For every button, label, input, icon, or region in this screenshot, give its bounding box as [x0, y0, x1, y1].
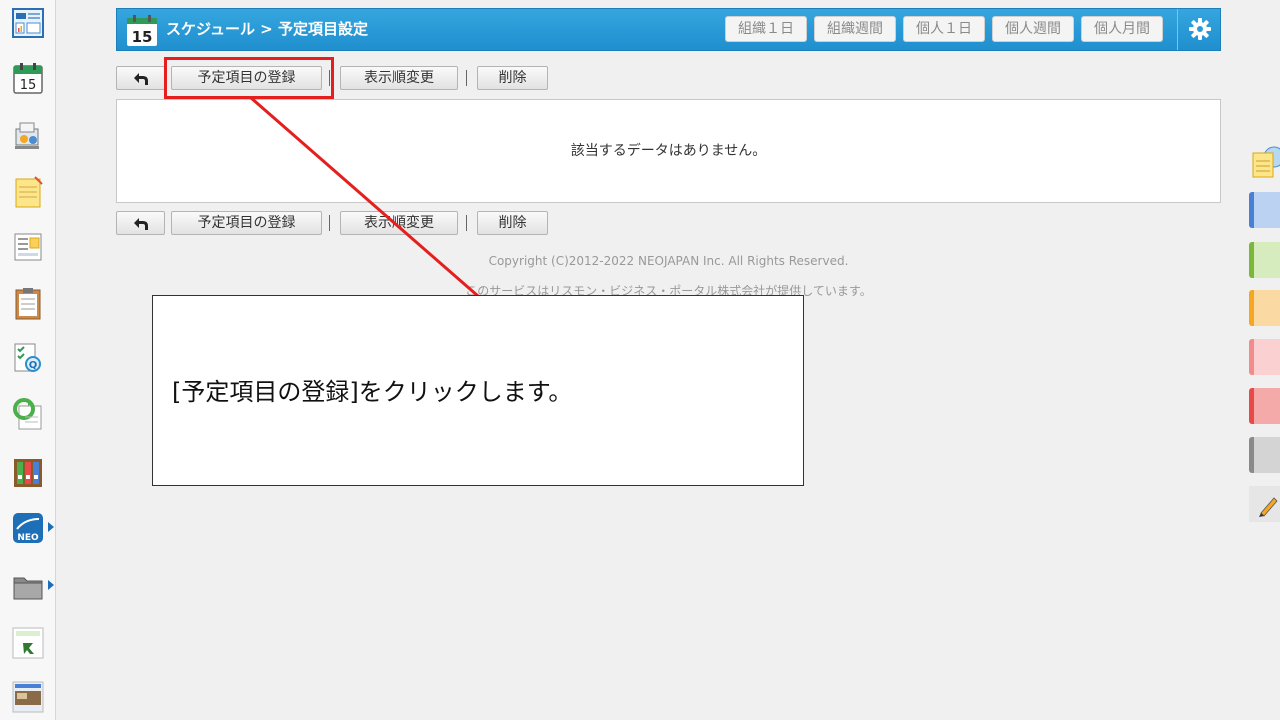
instruction-callout: [予定項目の登録]をクリックします。 — [152, 295, 804, 486]
instruction-text: [予定項目の登録]をクリックします。 — [172, 378, 573, 406]
